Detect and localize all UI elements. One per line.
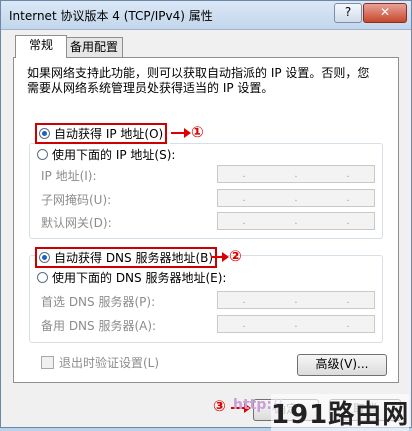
annotation-arrow-2 bbox=[211, 252, 229, 262]
manual-ip-option[interactable]: 使用下面的 IP 地址(S): bbox=[37, 146, 179, 163]
advanced-button[interactable]: 高级(V)... bbox=[297, 354, 387, 376]
manual-dns-option[interactable]: 使用下面的 DNS 服务器地址(E): bbox=[37, 269, 230, 286]
highlight-box: 自动获得 IP 地址(O) bbox=[35, 123, 168, 144]
subnet-mask-input[interactable]: ... bbox=[217, 189, 375, 207]
description-text: 如果网络支持此功能，则可以获取自动指派的 IP 设置。否则，您需要从网络系统管理… bbox=[27, 66, 370, 95]
manual-ip-label: 使用下面的 IP 地址(S): bbox=[52, 148, 176, 162]
ip-address-label: IP 地址(I): bbox=[41, 169, 97, 183]
default-gateway-input[interactable]: ... bbox=[217, 212, 375, 230]
ip-address-input[interactable]: ... bbox=[217, 165, 375, 183]
subnet-mask-label: 子网掩码(U): bbox=[41, 193, 112, 207]
annotation-1: ① bbox=[191, 123, 204, 141]
highlight-box-dns: 自动获得 DNS 服务器地址(B) bbox=[35, 247, 218, 268]
tab-alternate-config[interactable]: 备用配置 bbox=[65, 37, 123, 58]
auto-dns-option[interactable]: 自动获得 DNS 服务器地址(B) bbox=[35, 247, 221, 268]
validate-settings-checkbox[interactable] bbox=[41, 356, 54, 369]
manual-ip-radio[interactable] bbox=[37, 149, 48, 160]
alternate-dns-input[interactable]: ... bbox=[217, 315, 375, 333]
manual-dns-radio[interactable] bbox=[37, 272, 48, 283]
dialog-window: Internet 协议版本 4 (TCP/IPv4) 属性 ? ✕ 常规 备用配… bbox=[0, 0, 412, 431]
preferred-dns-input[interactable]: ... bbox=[217, 291, 375, 309]
auto-ip-option[interactable]: 自动获得 IP 地址(O) bbox=[35, 123, 171, 144]
close-button[interactable]: ✕ bbox=[363, 3, 407, 23]
preferred-dns-label: 首选 DNS 服务器(P): bbox=[41, 295, 156, 309]
title-bar[interactable]: Internet 协议版本 4 (TCP/IPv4) 属性 ? ✕ bbox=[1, 1, 411, 30]
manual-dns-label: 使用下面的 DNS 服务器地址(E): bbox=[52, 271, 227, 285]
auto-dns-label: 自动获得 DNS 服务器地址(B) bbox=[54, 251, 214, 265]
annotation-arrow-1 bbox=[171, 128, 191, 138]
validate-settings-option[interactable]: 退出时验证设置(L) bbox=[41, 354, 159, 371]
auto-ip-label: 自动获得 IP 地址(O) bbox=[54, 127, 164, 141]
help-button[interactable]: ? bbox=[334, 3, 362, 23]
annotation-2: ② bbox=[229, 247, 242, 265]
watermark-brand: 191路由网 bbox=[271, 394, 410, 431]
validate-settings-label: 退出时验证设置(L) bbox=[59, 356, 160, 370]
annotation-3: ③ bbox=[213, 397, 226, 415]
auto-dns-radio[interactable] bbox=[39, 252, 50, 263]
window-title: Internet 协议版本 4 (TCP/IPv4) 属性 bbox=[9, 9, 213, 23]
alternate-dns-label: 备用 DNS 服务器(A): bbox=[41, 319, 157, 333]
tab-general[interactable]: 常规 bbox=[15, 35, 67, 58]
auto-ip-radio[interactable] bbox=[39, 128, 50, 139]
default-gateway-label: 默认网关(D): bbox=[41, 216, 112, 230]
